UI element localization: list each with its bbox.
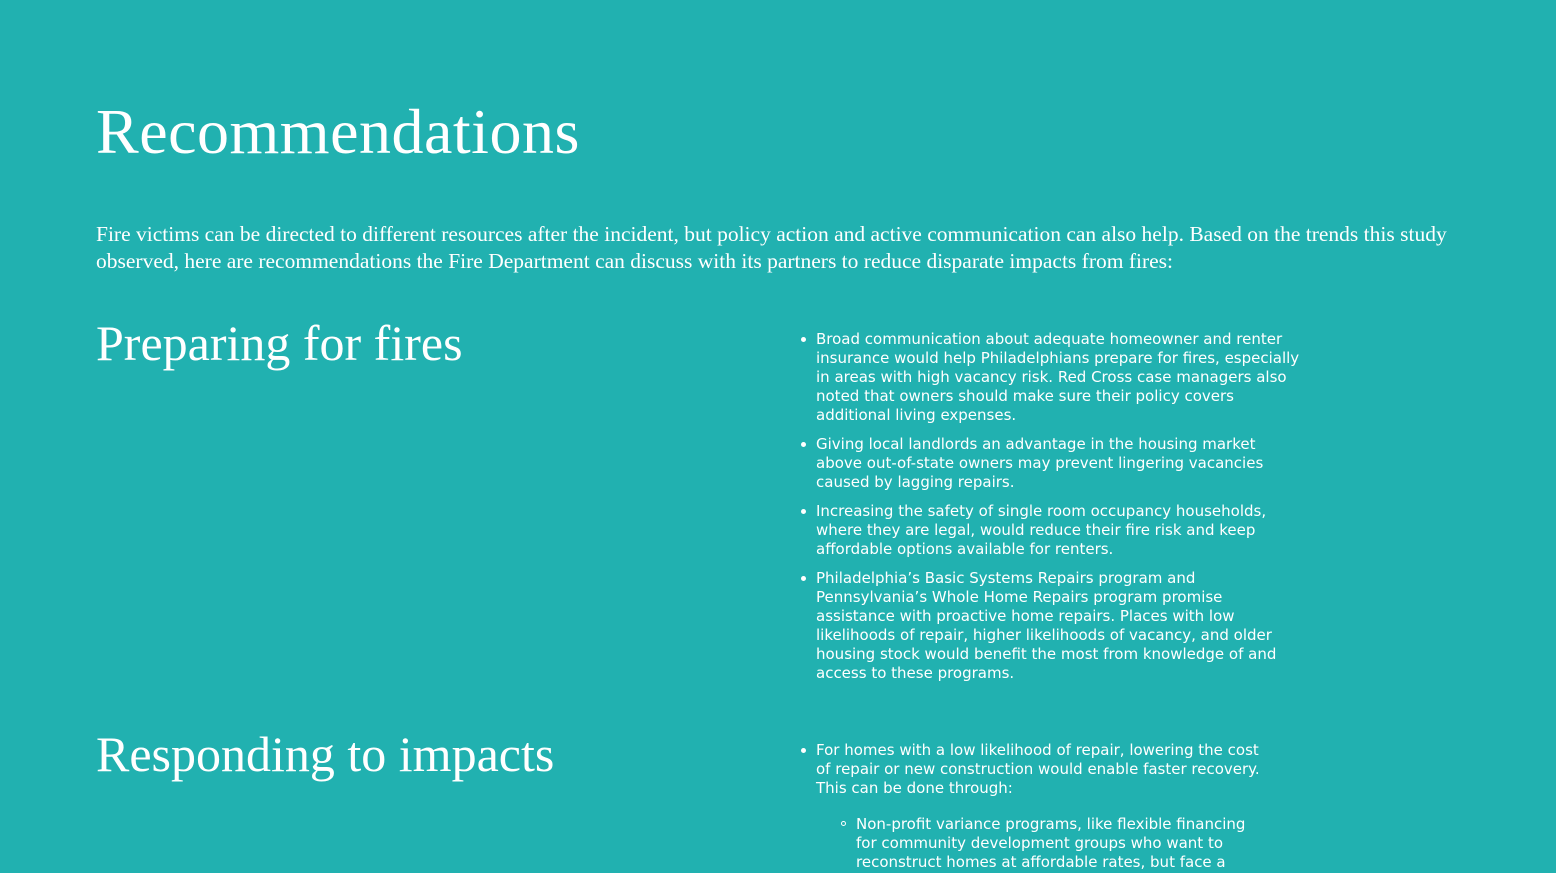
page-title: Recommendations [96, 96, 580, 167]
bullet-dot-icon [801, 442, 806, 447]
section-heading-responding: Responding to impacts [96, 726, 555, 782]
list-item-text: For homes with a low likelihood of repai… [816, 741, 1260, 797]
list-item: Giving local landlords an advantage in t… [800, 435, 1305, 492]
bullet-dot-icon [801, 509, 806, 514]
page: Recommendations Fire victims can be dire… [0, 0, 1556, 873]
responding-list: For homes with a low likelihood of repai… [800, 741, 1260, 873]
bullet-dot-icon [801, 748, 806, 753]
sub-list: Non-profit variance programs, like flexi… [840, 815, 1260, 872]
list-item-text: Philadelphia’s Basic Systems Repairs pro… [816, 569, 1277, 682]
bullet-dot-icon [801, 337, 806, 342]
section-heading-preparing: Preparing for fires [96, 315, 463, 371]
list-item-text: Giving local landlords an advantage in t… [816, 435, 1264, 491]
list-item: Increasing the safety of single room occ… [800, 502, 1305, 559]
list-item-text: Increasing the safety of single room occ… [816, 502, 1267, 558]
list-item: For homes with a low likelihood of repai… [800, 741, 1260, 872]
bullet-circle-icon [841, 821, 846, 826]
sub-list-item-text: Non-profit variance programs, like flexi… [856, 815, 1246, 871]
bullet-dot-icon [801, 576, 806, 581]
list-item: Broad communication about adequate homeo… [800, 330, 1305, 425]
sub-list-item: Non-profit variance programs, like flexi… [840, 815, 1260, 872]
list-item-text: Broad communication about adequate homeo… [816, 330, 1300, 424]
intro-paragraph: Fire victims can be directed to differen… [96, 222, 1447, 273]
list-item: Philadelphia’s Basic Systems Repairs pro… [800, 569, 1305, 683]
preparing-list: Broad communication about adequate homeo… [800, 330, 1305, 693]
